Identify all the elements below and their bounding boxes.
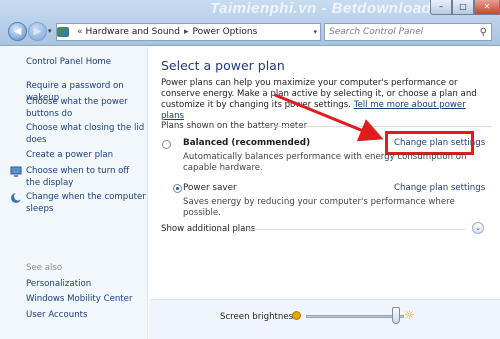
balanced-radio[interactable] [162, 140, 171, 149]
minimize-button[interactable]: – [430, 0, 452, 15]
sidebar-item-turn-off-display[interactable]: Choose when to turn off the display [26, 165, 146, 189]
page-title: Select a power plan [161, 58, 285, 73]
brightness-slider-track[interactable] [306, 315, 404, 318]
see-also-personalization[interactable]: Personalization [26, 278, 146, 290]
section-divider [257, 126, 492, 127]
change-plan-settings-power-saver[interactable]: Change plan settings [394, 183, 485, 193]
moon-sleep-icon [11, 192, 22, 203]
plan-name-power-saver[interactable]: Power saver [183, 183, 237, 193]
recent-pages-dropdown-icon[interactable]: ▾ [48, 27, 52, 35]
plan-desc-balanced: Automatically balances performance with … [183, 152, 467, 173]
breadcrumb-hardware-and-sound[interactable]: Hardware and Sound [86, 27, 180, 37]
plan-desc-power-saver: Saves energy by reducing your computer's… [183, 197, 455, 218]
address-dropdown-icon[interactable]: ▾ [313, 28, 317, 36]
control-panel-icon [57, 27, 69, 37]
see-also-mobility-center[interactable]: Windows Mobility Center [26, 293, 146, 305]
address-overflow-chevron[interactable]: « [77, 27, 83, 37]
brightness-label: Screen brightness: [220, 312, 301, 322]
sidebar-item-create-power-plan[interactable]: Create a power plan [26, 149, 146, 161]
forward-button[interactable]: ▶ [28, 22, 47, 41]
title-bar: Taimienphi.vn - Betdownload – □ ✕ ◀ ▶ ▾ … [0, 0, 500, 46]
plan-name-balanced[interactable]: Balanced (recommended) [183, 138, 310, 148]
monitor-icon [10, 166, 22, 177]
breadcrumb-separator-icon[interactable]: ▸ [184, 27, 189, 37]
brightness-slider-thumb[interactable] [392, 307, 401, 324]
search-icon[interactable]: ⚲ [480, 27, 487, 38]
page-description: Power plans can help you maximize your c… [161, 78, 491, 122]
control-panel-home-link[interactable]: Control Panel Home [26, 56, 146, 68]
see-also-user-accounts[interactable]: User Accounts [26, 309, 146, 321]
power-saver-radio[interactable] [173, 184, 182, 193]
brightness-bar [149, 299, 500, 339]
breadcrumb-power-options[interactable]: Power Options [193, 27, 258, 37]
close-button[interactable]: ✕ [474, 0, 500, 15]
additional-plans-divider [247, 229, 465, 230]
watermark-text: Taimienphi.vn - Betdownload [210, 0, 432, 17]
expand-chevron-icon[interactable]: ⌄ [472, 222, 484, 234]
see-also-heading: See also [26, 263, 63, 273]
sidebar-item-computer-sleeps[interactable]: Change when the computer sleeps [26, 191, 146, 215]
left-navigation-pane: Control Panel Home Require a password on… [0, 47, 148, 339]
show-additional-plans[interactable]: Show additional plans [161, 224, 255, 234]
dim-sun-icon [292, 311, 301, 320]
address-bar[interactable]: « Hardware and Sound ▸ Power Options ▾ [56, 23, 321, 41]
search-input[interactable]: Search Control Panel ⚲ [324, 23, 492, 41]
main-content: Select a power plan Power plans can help… [149, 47, 500, 339]
sidebar-item-closing-lid[interactable]: Choose what closing the lid does [26, 122, 146, 146]
sidebar-item-power-buttons[interactable]: Choose what the power buttons do [26, 96, 146, 120]
bright-sun-icon: ☼ [404, 308, 415, 322]
maximize-button[interactable]: □ [452, 0, 474, 15]
back-button[interactable]: ◀ [8, 22, 27, 41]
search-placeholder: Search Control Panel [329, 27, 424, 37]
